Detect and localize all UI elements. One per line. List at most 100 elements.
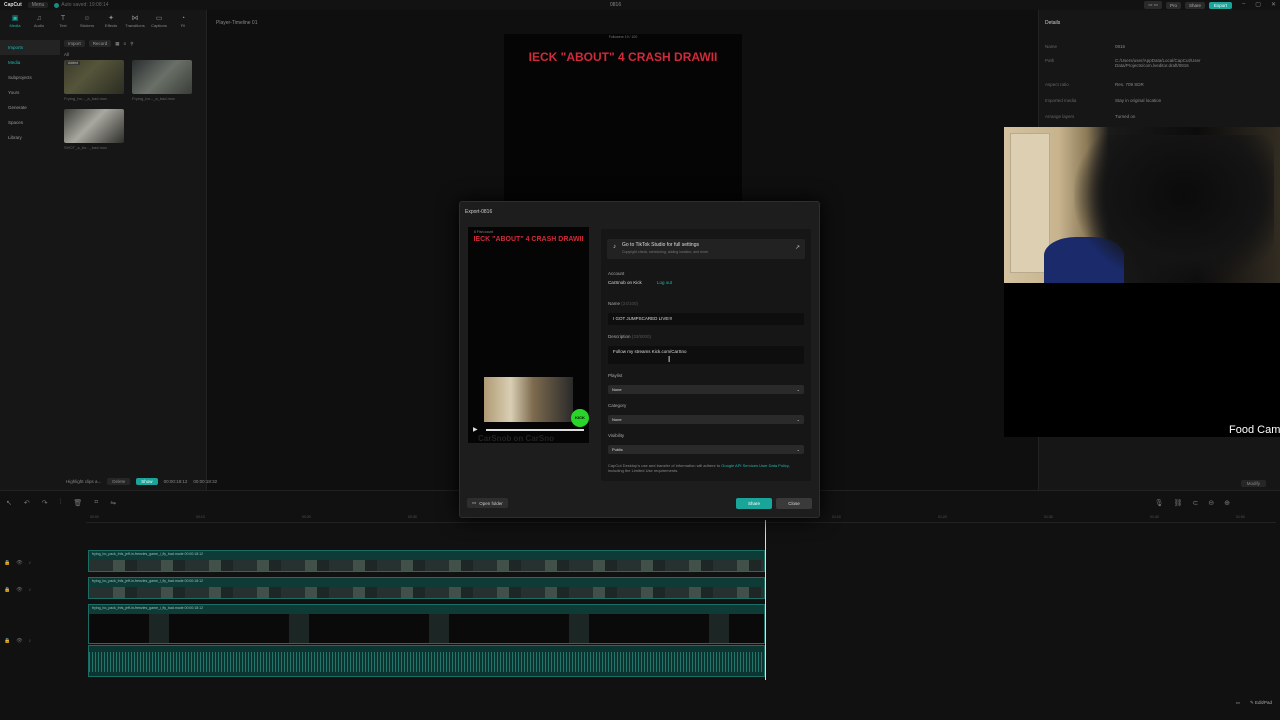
description-input[interactable]: Follow my streams Kick.com/CarSno [608, 346, 804, 364]
policy-link[interactable]: Google API Services User Data Policy [721, 463, 788, 468]
export-dialog-title: Export-0816 [465, 209, 493, 215]
tool-tab-stickers[interactable]: ☺ Stickers [78, 15, 96, 29]
timeline-clip[interactable]: frying_bo_pack_fnfs_jeff-in-frenzies_gam… [88, 550, 765, 572]
edit-pad-button[interactable]: ✎ Edit/Pad [1250, 700, 1272, 706]
name-label: Name (24/100) [608, 301, 638, 306]
playlist-select[interactable]: None ⌄ [608, 385, 804, 394]
timeline-clip[interactable]: frying_bo_pack_fnfs_jeff-in-frenzies_gam… [88, 577, 765, 599]
eye-icon[interactable]: 👁 [16, 587, 22, 593]
player-title: Player-Timeline 01 [216, 20, 258, 26]
timeline-clip[interactable]: frying_bo_pack_fnfs_jeff-in-frenzies_gam… [88, 604, 765, 644]
crop-icon[interactable]: ⌗ [94, 499, 98, 507]
tool-tab-effects[interactable]: ✦ Effects [102, 15, 120, 29]
detail-value: Turned on [1115, 114, 1136, 119]
show-button[interactable]: Show [136, 478, 158, 485]
audio-clip[interactable] [88, 645, 765, 677]
category-select[interactable]: None ⌄ [608, 415, 804, 424]
logout-link[interactable]: Log out [657, 280, 672, 285]
tiktok-studio-link[interactable]: ♪ Go to TikTok Studio for full settings … [607, 239, 805, 259]
delete-button[interactable]: Delete [107, 478, 131, 485]
close-window-icon[interactable]: ✕ [1271, 1, 1276, 8]
detail-value: Res. 709 SDR [1115, 82, 1144, 87]
visibility-select[interactable]: Public ⌄ [608, 445, 804, 454]
preview-overlay-top: Followers 19 / 100 [608, 35, 638, 39]
sidenav-subprojects[interactable]: Subprojects [0, 70, 60, 85]
import-button[interactable]: Import [64, 40, 85, 47]
tool-tab-audio[interactable]: ♫ Audio [30, 15, 48, 29]
tool-tab-text[interactable]: T Text [54, 15, 72, 29]
sidenav-library[interactable]: Library [0, 130, 60, 145]
zoom-out-icon[interactable]: ⊖ [1208, 499, 1214, 507]
filter-icon[interactable]: ⚲ [130, 41, 133, 47]
details-title: Details [1045, 20, 1061, 26]
tool-tab-media[interactable]: ▣ Media [6, 15, 24, 29]
playlist-value: None [612, 387, 622, 392]
tool-tab-transitions[interactable]: ⋈ Transitions [125, 15, 144, 29]
lock-icon[interactable]: 🔒 [4, 560, 10, 566]
clip-frames [89, 587, 764, 598]
maximize-icon[interactable]: ▢ [1255, 1, 1261, 8]
grid-view-icon[interactable]: ▦ [115, 41, 119, 47]
redo-icon[interactable]: ↷ [42, 499, 48, 507]
preview-progress[interactable] [486, 429, 584, 431]
tool-tab-captions[interactable]: ▭ Captions [150, 15, 168, 29]
track-controls: 🔒 👁 ♪ [4, 587, 31, 593]
sort-icon[interactable]: ≡ [124, 41, 127, 46]
share-button[interactable]: Share [736, 498, 772, 509]
mirror-icon[interactable]: ⇋ [110, 499, 116, 507]
player-preview[interactable]: Followers 19 / 100 IECK "ABOUT" 4 CRASH … [504, 34, 742, 202]
menu-button[interactable]: Menu [27, 2, 49, 8]
minimize-icon[interactable]: – [1242, 1, 1245, 8]
eye-icon[interactable]: 👁 [16, 560, 22, 566]
record-button[interactable]: Record [88, 40, 112, 47]
ruler-tick: 01:40 [1150, 515, 1159, 519]
webcam-feed [1004, 127, 1280, 285]
eye-icon[interactable]: 👁 [16, 638, 22, 644]
tool-label: Text [59, 23, 67, 28]
sidenav-spaces[interactable]: Spaces [0, 115, 60, 130]
playhead[interactable] [765, 520, 766, 680]
close-button[interactable]: Close [776, 498, 812, 509]
open-folder-button[interactable]: ▭ Open folder [467, 498, 508, 508]
chevron-down-icon: ⌄ [796, 387, 800, 392]
modify-button[interactable]: Modify [1240, 480, 1266, 487]
title-bar: CapCut Menu Auto saved: 19:08:14 [0, 0, 1280, 10]
sidenav-media[interactable]: Media [0, 55, 60, 70]
media-item[interactable]: Frying_bo..._a_bad.mov [132, 60, 192, 101]
play-icon[interactable]: ▶ [473, 426, 478, 433]
filter-all[interactable]: All [64, 52, 204, 57]
undo-icon[interactable]: ↶ [24, 499, 30, 507]
tool-label: Effects [104, 23, 118, 28]
audio-icon[interactable]: ♪ [29, 638, 32, 644]
name-input[interactable]: I GOT JUMPSCARED LIVE!!! [608, 313, 804, 325]
panel-icon[interactable]: ▭ [1236, 700, 1240, 706]
mic-icon[interactable]: 🎙 [1155, 499, 1164, 507]
window-controls: – ▢ ✕ [1242, 1, 1276, 8]
lock-icon[interactable]: 🔒 [4, 638, 10, 644]
sidenav-generate[interactable]: Generate [0, 100, 60, 115]
magnet-icon[interactable]: ⊂ [1192, 499, 1198, 507]
link-icon[interactable]: ⛓ [1173, 499, 1182, 507]
edit-pad-label: Edit/Pad [1254, 700, 1272, 705]
sidenav-yours[interactable]: Yours [0, 85, 60, 100]
layout-icon[interactable]: ▭ ▭ [1144, 1, 1162, 9]
media-item[interactable]: Added Frying_bo..._a_bad.mov [64, 60, 124, 101]
export-button[interactable]: Export [1208, 1, 1232, 9]
name-count: (24/100) [621, 301, 639, 306]
detail-row: Name 0816 [1045, 44, 1275, 49]
sidenav-imports[interactable]: Imports [0, 40, 60, 55]
pro-button[interactable]: Pro [1165, 1, 1181, 9]
lock-icon[interactable]: 🔒 [4, 587, 10, 593]
audio-icon[interactable]: ♪ [29, 587, 32, 593]
split-icon[interactable]: ⫶ [60, 499, 62, 507]
captions-icon: ▭ [155, 15, 163, 22]
track-controls: 🔒 👁 ♪ [4, 638, 31, 644]
zoom-in-icon[interactable]: ⊕ [1224, 499, 1230, 507]
media-item[interactable]: SHOT_a_bo..._bad.mov [64, 109, 124, 150]
share-top-button[interactable]: Share [1184, 1, 1205, 9]
folder-icon: ▭ [472, 500, 477, 505]
audio-icon[interactable]: ♪ [29, 560, 32, 566]
delete-icon[interactable]: 🗑 [73, 499, 82, 507]
select-icon[interactable]: ↖ [6, 499, 12, 507]
tool-tab-filters[interactable]: ◔ Fil [174, 15, 192, 29]
